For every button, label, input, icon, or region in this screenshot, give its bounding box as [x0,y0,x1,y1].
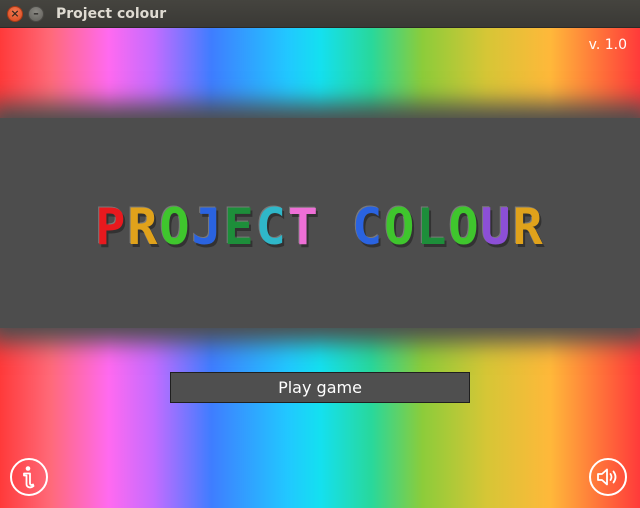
logo-letter: E [223,198,256,256]
minimize-button[interactable]: – [28,5,44,22]
logo-letter: O [159,198,192,256]
close-button[interactable]: × [7,5,23,22]
logo-space [320,198,352,256]
logo-letter: L [416,198,449,256]
logo-letter: O [384,198,417,256]
logo-letter: R [512,198,545,256]
sound-icon [597,468,617,486]
info-icon [23,466,35,489]
logo-letter: O [448,198,481,256]
window-title: Project colour [56,5,167,22]
sound-button[interactable] [589,458,627,496]
play-game-button[interactable]: Play game [170,372,470,403]
close-icon: × [10,7,20,20]
game-content: v. 1.0 PROJECT COLOUR Play game [0,28,640,508]
logo-letter: C [352,198,385,256]
minimize-icon: – [33,7,39,20]
game-logo: PROJECT COLOUR [0,198,640,256]
game-window: × – Project colour v. 1.0 PROJECT COLOUR… [0,0,640,508]
version-label: v. 1.0 [588,37,627,53]
info-button[interactable] [10,458,48,496]
logo-letter: C [255,198,288,256]
title-bar: × – Project colour [0,0,640,28]
logo-letter: P [95,198,128,256]
logo-letter: U [480,198,513,256]
logo-letter: R [127,198,160,256]
logo-letter: J [191,198,224,256]
logo-letter: T [287,198,320,256]
